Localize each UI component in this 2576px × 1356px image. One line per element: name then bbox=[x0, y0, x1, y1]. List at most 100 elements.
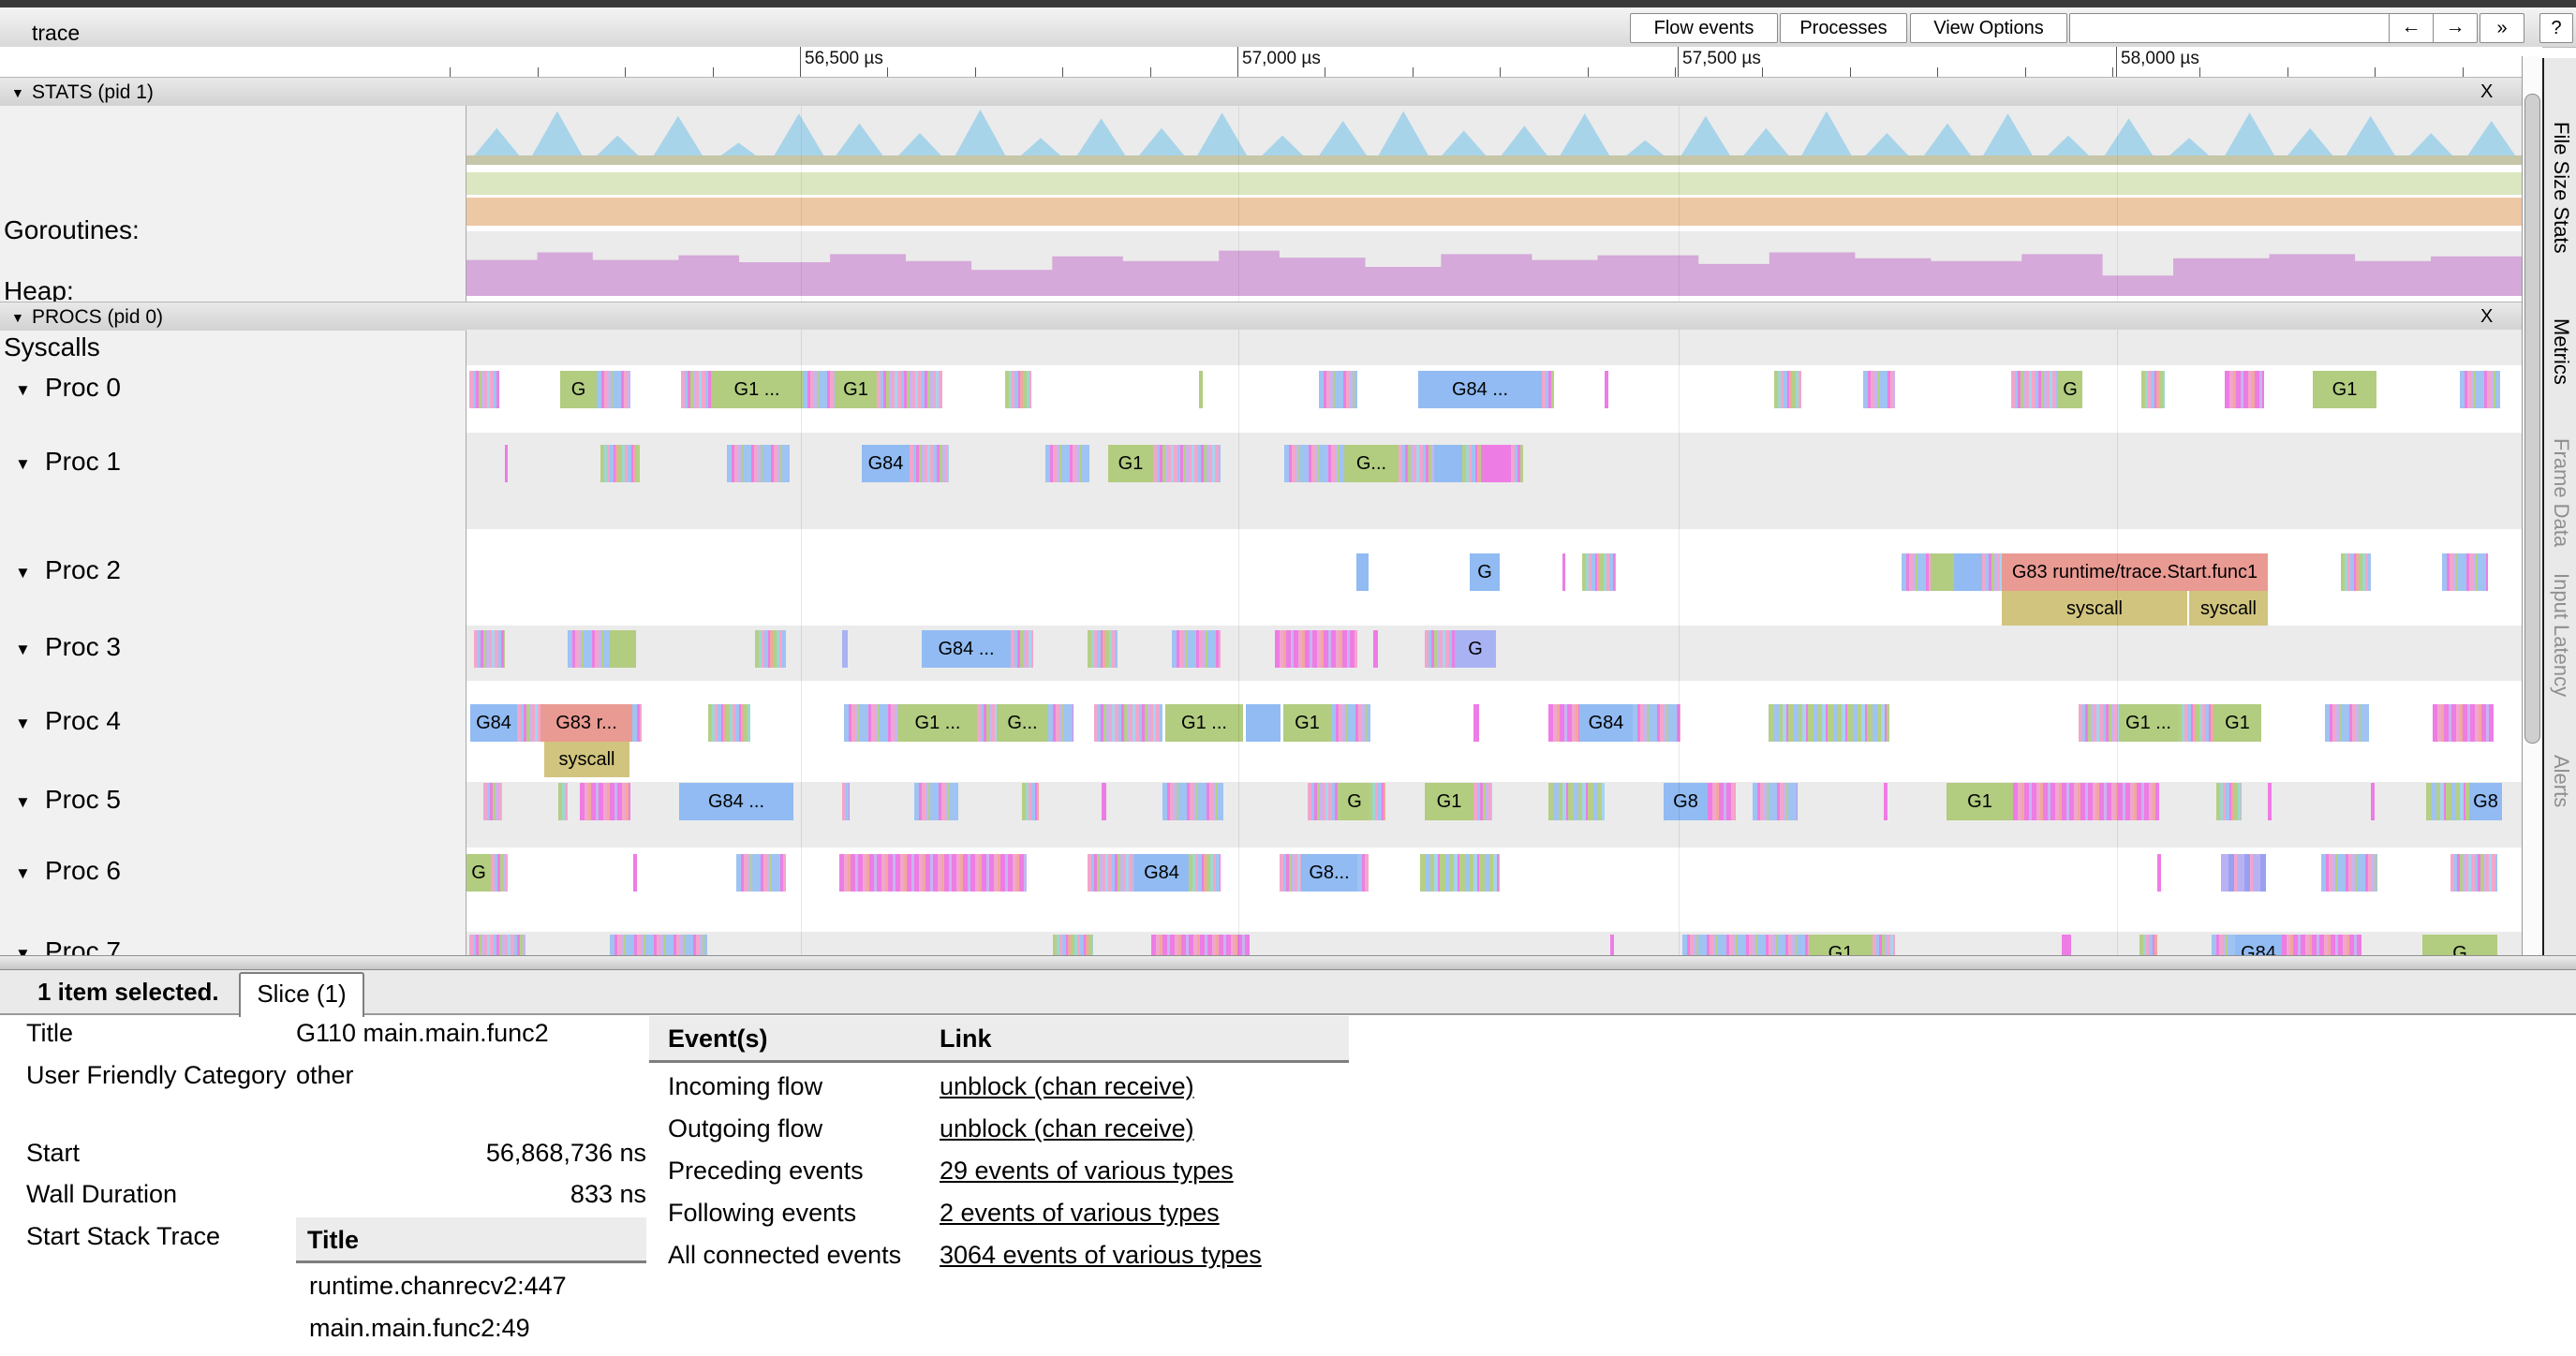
slice-stripes[interactable] bbox=[1088, 854, 1134, 892]
event-link[interactable]: unblock (chan receive) bbox=[940, 1069, 1194, 1103]
slice-stripes[interactable] bbox=[610, 630, 636, 668]
slice-stripes[interactable] bbox=[2225, 371, 2264, 408]
slice-stripes[interactable] bbox=[2139, 935, 2157, 955]
slice-stripes[interactable] bbox=[1102, 783, 1106, 820]
event-link[interactable]: 2 events of various types bbox=[940, 1196, 1220, 1230]
slice-stripes[interactable] bbox=[1048, 704, 1073, 742]
find-previous-button[interactable]: ← bbox=[2389, 14, 2433, 42]
slice-g1[interactable]: G1 bbox=[1947, 783, 2013, 820]
event-link[interactable]: 3064 events of various types bbox=[940, 1238, 1262, 1272]
slice-stripes[interactable] bbox=[1280, 854, 1301, 892]
slice-stripes[interactable] bbox=[1094, 704, 1162, 742]
slice-stripes[interactable] bbox=[1275, 630, 1357, 668]
slice-stripes[interactable] bbox=[1511, 445, 1523, 482]
slice-g84[interactable]: G84 bbox=[470, 704, 517, 742]
slice-stripes[interactable] bbox=[505, 445, 508, 482]
slice-stripes[interactable] bbox=[1369, 783, 1385, 820]
slice-stripes[interactable] bbox=[803, 371, 835, 408]
slice-stripes[interactable] bbox=[568, 630, 610, 668]
slice-stripes[interactable] bbox=[597, 371, 630, 408]
slice-stripes[interactable] bbox=[474, 630, 505, 668]
slice-stripes[interactable] bbox=[2221, 854, 2266, 892]
slice-stripes[interactable] bbox=[914, 783, 958, 820]
more-options-button[interactable]: » bbox=[2480, 13, 2524, 43]
slice-g-[interactable]: G... bbox=[997, 704, 1048, 742]
slice-stripes[interactable] bbox=[469, 935, 526, 955]
sidebar-tab-metrics[interactable]: Metrics bbox=[2549, 318, 2573, 385]
slice-stripes[interactable] bbox=[1434, 445, 1462, 482]
slice-stripes[interactable] bbox=[1982, 553, 2002, 591]
slice-stripes[interactable] bbox=[469, 371, 499, 408]
heap-allocated-band[interactable] bbox=[466, 172, 2522, 195]
collapse-arrow-icon[interactable]: ▼ bbox=[11, 310, 24, 325]
slice-stripes[interactable] bbox=[1774, 371, 1801, 408]
collapse-arrow-icon[interactable]: ▼ bbox=[15, 641, 31, 659]
track-label-proc-1[interactable]: Proc 1 bbox=[45, 447, 121, 477]
slice-g1[interactable]: G1 bbox=[2213, 704, 2261, 742]
threads-chart[interactable] bbox=[466, 231, 2522, 296]
track-label-proc-4[interactable]: Proc 4 bbox=[45, 706, 121, 736]
slice-syscall[interactable]: syscall bbox=[544, 742, 629, 777]
slice-stripes[interactable] bbox=[1088, 630, 1118, 668]
slice-stripes[interactable] bbox=[1682, 935, 1809, 955]
procs-close-button[interactable]: X bbox=[2480, 306, 2493, 328]
event-link[interactable]: unblock (chan receive) bbox=[940, 1112, 1194, 1145]
slice-stripes[interactable] bbox=[877, 371, 942, 408]
slice-stripes[interactable] bbox=[1022, 783, 1039, 820]
slice-stripes[interactable] bbox=[1708, 783, 1736, 820]
slice-stripes[interactable] bbox=[1153, 445, 1221, 482]
slice-g[interactable]: G bbox=[1340, 783, 1369, 820]
slice-g1-[interactable]: G1 ... bbox=[711, 371, 803, 408]
stats-section-header[interactable]: ▼ STATS (pid 1) X bbox=[0, 77, 2542, 107]
slice-stripes[interactable] bbox=[1582, 553, 1616, 591]
slice-stripes[interactable] bbox=[1548, 704, 1579, 742]
slice-stripes[interactable] bbox=[1562, 553, 1565, 591]
slice-stripes[interactable] bbox=[842, 783, 850, 820]
slice-stripes[interactable] bbox=[580, 783, 630, 820]
vertical-scrollbar-thumb[interactable] bbox=[2524, 94, 2540, 744]
slice-g83-r-[interactable]: G83 r... bbox=[540, 704, 632, 742]
slice-stripes[interactable] bbox=[1954, 553, 1982, 591]
slice-stripes[interactable] bbox=[2212, 935, 2235, 955]
slice-stripes[interactable] bbox=[1172, 630, 1221, 668]
slice-g8[interactable]: G8 bbox=[1664, 783, 1708, 820]
slice-g84-[interactable]: G84 ... bbox=[1418, 371, 1542, 408]
slice-stripes[interactable] bbox=[1462, 445, 1481, 482]
slice-stripes[interactable] bbox=[632, 704, 642, 742]
collapse-arrow-icon[interactable]: ▼ bbox=[15, 864, 31, 883]
slice-stripes[interactable] bbox=[1605, 371, 1608, 408]
slice-stripes[interactable] bbox=[755, 630, 786, 668]
slice-stripes[interactable] bbox=[839, 854, 1027, 892]
slice-stripes[interactable] bbox=[1420, 854, 1500, 892]
slice-stripes[interactable] bbox=[2371, 783, 2375, 820]
slice-g8[interactable]: G8 bbox=[2469, 783, 2502, 820]
collapse-arrow-icon[interactable]: ▼ bbox=[11, 85, 24, 100]
slice-stripes[interactable] bbox=[600, 445, 640, 482]
find-next-button[interactable]: → bbox=[2433, 14, 2477, 42]
slice-stripes[interactable] bbox=[1884, 783, 1888, 820]
slice-syscall[interactable]: syscall bbox=[2002, 591, 2187, 626]
slice-stripes[interactable] bbox=[1473, 704, 1479, 742]
slice-stripes[interactable] bbox=[1633, 704, 1680, 742]
slice-stripes[interactable] bbox=[491, 854, 508, 892]
collapse-arrow-icon[interactable]: ▼ bbox=[15, 381, 31, 400]
slice-g1[interactable]: G1 bbox=[835, 371, 877, 408]
slice-stripes[interactable] bbox=[1151, 935, 1250, 955]
heap-nextgc-band[interactable] bbox=[466, 198, 2522, 226]
collapse-arrow-icon[interactable]: ▼ bbox=[15, 715, 31, 733]
slice-g1-[interactable]: G1 ... bbox=[898, 704, 977, 742]
goroutines-chart[interactable] bbox=[466, 106, 2522, 165]
timeline-ruler[interactable]: 56,500 µs57,000 µs57,500 µs58,000 µs bbox=[0, 47, 2542, 77]
slice-g[interactable]: G bbox=[560, 371, 597, 408]
slice-stripes[interactable] bbox=[2433, 704, 2494, 742]
slice-stripes[interactable] bbox=[2216, 783, 2242, 820]
slice-stripes[interactable] bbox=[708, 704, 750, 742]
slice-g84-[interactable]: G84 ... bbox=[922, 630, 1011, 668]
slice-stripes[interactable] bbox=[1308, 783, 1340, 820]
processes-button[interactable]: Processes bbox=[1780, 13, 1907, 43]
slice-g84[interactable]: G84 bbox=[862, 445, 910, 482]
slice-stripes[interactable] bbox=[558, 783, 568, 820]
slice-stripes[interactable] bbox=[1610, 935, 1614, 955]
help-button[interactable]: ? bbox=[2539, 13, 2573, 43]
slice-g1[interactable]: G1 bbox=[1809, 935, 1873, 955]
